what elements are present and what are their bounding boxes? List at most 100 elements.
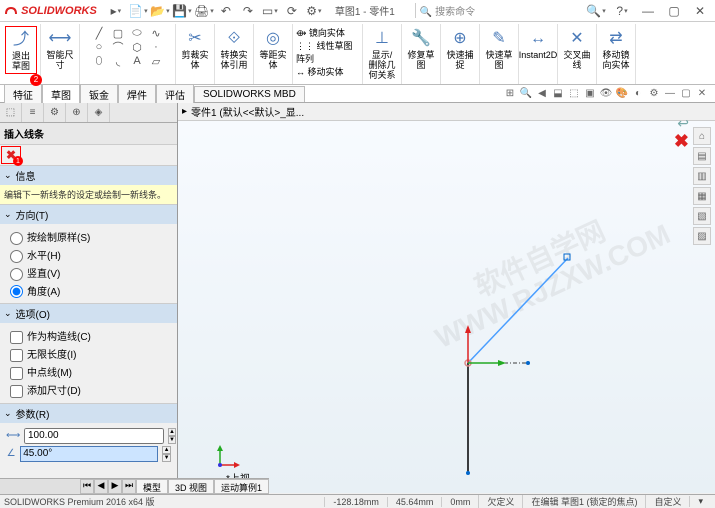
pm-cancel-button[interactable]: ✖ 1 xyxy=(1,146,21,164)
file-menu-icon[interactable]: ▸ xyxy=(106,2,126,20)
line-icon[interactable]: ╱ xyxy=(90,26,108,40)
display-style-icon[interactable]: ▣ xyxy=(583,88,597,99)
move-mirror-button[interactable]: ⇄移动镜向实体 xyxy=(600,26,632,72)
arc-icon[interactable]: ⌒ xyxy=(109,40,127,54)
bottom-tab-motion[interactable]: 运动算例1 xyxy=(214,479,269,494)
opt-add-dim[interactable]: 添加尺寸(D) xyxy=(6,382,171,398)
circle-icon[interactable]: ○ xyxy=(90,40,108,54)
ellipse-icon[interactable]: ⬯ xyxy=(90,54,108,68)
trim-icon: ✂ xyxy=(183,28,207,50)
hide-show-icon[interactable]: 👁 xyxy=(599,88,613,99)
tab-weldments[interactable]: 焊件 xyxy=(118,84,156,104)
status-custom[interactable]: 自定义 xyxy=(645,495,689,508)
rebuild-icon[interactable]: ⟳ xyxy=(282,2,302,20)
minimize-icon[interactable]: — xyxy=(638,2,658,20)
view-orient-icon[interactable]: ⬚ xyxy=(567,88,581,99)
tab-first-icon[interactable]: ⏮ xyxy=(80,479,94,494)
cross-icon: ✕ xyxy=(565,28,589,50)
cross-curve-button[interactable]: ✕交叉曲线 xyxy=(561,26,593,72)
tab-evaluate[interactable]: 评估 xyxy=(156,84,194,104)
zoom-area-icon[interactable]: 🔍 xyxy=(519,88,533,99)
bottom-tab-3dview[interactable]: 3D 视图 xyxy=(168,479,214,494)
bottom-tab-model[interactable]: 模型 xyxy=(136,479,168,494)
instant2d-button[interactable]: ↔Instant2D xyxy=(522,26,554,62)
close-icon[interactable]: ✕ xyxy=(690,2,710,20)
pm-tab-display-icon[interactable]: ◈ xyxy=(88,103,110,122)
length-input[interactable] xyxy=(24,428,164,444)
minimize-child-icon[interactable]: — xyxy=(663,88,677,99)
offset-icon: ◎ xyxy=(261,28,285,50)
convert-button[interactable]: ⟐转换实体引用 xyxy=(218,26,250,72)
status-menu-icon[interactable]: ▾ xyxy=(689,496,711,507)
options-icon[interactable]: ⚙ xyxy=(304,2,324,20)
ang-up-icon[interactable]: ▲ xyxy=(162,446,171,454)
orientation-header[interactable]: 方向(T) xyxy=(0,205,177,224)
repair-button[interactable]: 🔧修复草图 xyxy=(405,26,437,72)
prev-view-icon[interactable]: ◀ xyxy=(535,88,549,99)
angle-input[interactable] xyxy=(20,446,158,462)
pm-tab-feature-icon[interactable]: ⬚ xyxy=(0,103,22,122)
tab-next-icon[interactable]: ▶ xyxy=(108,479,122,494)
exit-sketch-button[interactable]: ⤴ 退出草图 2 xyxy=(5,26,37,74)
restore-icon[interactable]: ▢ xyxy=(664,2,684,20)
section-icon[interactable]: ⬓ xyxy=(551,88,565,99)
smart-dimension-button[interactable]: ⟷ 智能尺寸 xyxy=(44,26,76,72)
orient-vertical[interactable]: 竖直(V) xyxy=(6,265,171,281)
info-header[interactable]: 信息 xyxy=(0,166,177,185)
new-icon[interactable]: 📄 xyxy=(128,2,148,20)
plane-icon[interactable]: ▱ xyxy=(147,54,165,68)
opt-construction[interactable]: 作为构造线(C) xyxy=(6,328,171,344)
trim-button[interactable]: ✂剪裁实体 xyxy=(179,26,211,72)
pm-tab-property-icon[interactable]: ≡ xyxy=(22,103,44,122)
tab-sketch[interactable]: 草图 xyxy=(42,84,80,105)
pm-tab-dimx-icon[interactable]: ⊕ xyxy=(66,103,88,122)
pattern-button[interactable]: ⋮⋮ 线性草图阵列 xyxy=(296,39,359,65)
tab-sheetmetal[interactable]: 钣金 xyxy=(80,84,118,104)
search-box[interactable]: 🔍 搜索命令 xyxy=(415,3,479,18)
close-child-icon[interactable]: ✕ xyxy=(695,88,709,99)
quick-sketch-button[interactable]: ✎快速草图 xyxy=(483,26,515,72)
tab-features[interactable]: 特征 xyxy=(4,84,42,104)
redo-icon[interactable]: ↷ xyxy=(238,2,258,20)
tab-last-icon[interactable]: ⏭ xyxy=(122,479,136,494)
tab-mbd[interactable]: SOLIDWORKS MBD xyxy=(194,86,305,102)
corner-rect-icon[interactable]: ▢ xyxy=(109,26,127,40)
orient-horizontal[interactable]: 水平(H) xyxy=(6,247,171,263)
undo-icon[interactable]: ↶ xyxy=(216,2,236,20)
search-filter-icon[interactable]: 🔍 xyxy=(586,2,606,20)
params-header[interactable]: 参数(R) xyxy=(0,404,177,423)
orient-as-sketched[interactable]: 按绘制原样(S) xyxy=(6,229,171,245)
view-settings-icon[interactable]: ⚙ xyxy=(647,88,661,99)
show-relations-button[interactable]: ⊥显示/删除几何关系 xyxy=(366,26,398,82)
pm-tab-config-icon[interactable]: ⚙ xyxy=(44,103,66,122)
move-button[interactable]: ↔ 移动实体 xyxy=(296,65,344,78)
zoom-fit-icon[interactable]: ⊞ xyxy=(503,88,517,99)
select-icon[interactable]: ▭ xyxy=(260,2,280,20)
print-icon[interactable]: 🖨 xyxy=(194,2,214,20)
opt-infinite[interactable]: 无限长度(I) xyxy=(6,346,171,362)
polygon-icon[interactable]: ⬡ xyxy=(128,40,146,54)
graphics-area[interactable]: ▸ 零件1 (默认<<默认>_显... ↩ ✖ ⌂ ▤ ▥ ▦ ▧ ▨ 软件自学… xyxy=(178,103,715,493)
point-icon[interactable]: · xyxy=(147,40,165,54)
restore-child-icon[interactable]: ▢ xyxy=(679,88,693,99)
mirror-button[interactable]: ⟴ 镜向实体 xyxy=(296,26,345,39)
len-up-icon[interactable]: ▲ xyxy=(168,428,176,436)
opt-midpoint[interactable]: 中点线(M) xyxy=(6,364,171,380)
text-icon[interactable]: A xyxy=(128,54,146,68)
scene-icon[interactable]: 🎨 xyxy=(615,88,629,99)
len-down-icon[interactable]: ▼ xyxy=(168,436,176,444)
ang-down-icon[interactable]: ▼ xyxy=(162,454,171,462)
triad-icon xyxy=(212,443,242,473)
open-icon[interactable]: 📂 xyxy=(150,2,170,20)
save-icon[interactable]: 💾 xyxy=(172,2,192,20)
spline-icon[interactable]: ∿ xyxy=(147,26,165,40)
fillet-icon[interactable]: ◟ xyxy=(109,54,127,68)
tab-prev-icon[interactable]: ◀ xyxy=(94,479,108,494)
apply-scene-icon[interactable]: ◐ xyxy=(631,88,645,99)
slot-icon[interactable]: ⬭ xyxy=(128,26,146,40)
offset-button[interactable]: ◎等距实体 xyxy=(257,26,289,72)
orient-angle[interactable]: 角度(A) xyxy=(6,283,171,299)
help-icon[interactable]: ? xyxy=(612,2,632,20)
quick-snap-button[interactable]: ⊕快速捕捉 xyxy=(444,26,476,72)
options-header[interactable]: 选项(O) xyxy=(0,304,177,323)
